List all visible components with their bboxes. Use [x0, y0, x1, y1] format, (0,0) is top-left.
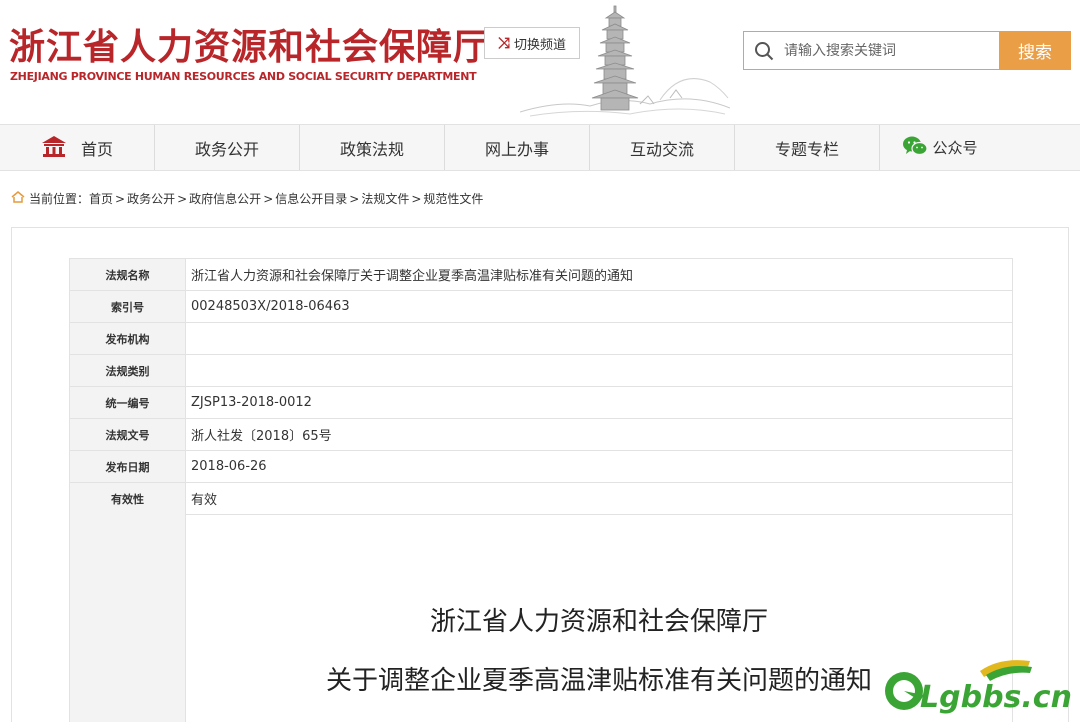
- document-title-line-1: 浙江省人力资源和社会保障厅: [429, 607, 768, 637]
- table-row: 统一编号 ZJSP13-2018-0012: [69, 386, 1013, 419]
- search-input[interactable]: [784, 42, 984, 59]
- breadcrumb-link[interactable]: 政务公开: [127, 190, 175, 207]
- info-value: 00248503X/2018-06463: [185, 290, 1013, 323]
- breadcrumb-link[interactable]: 政府信息公开: [189, 190, 261, 207]
- shuffle-icon: ⤨: [497, 34, 510, 52]
- table-row: 法规类别: [69, 354, 1013, 387]
- info-label: 发布机构: [69, 322, 186, 355]
- nav-item-policies[interactable]: 政策法规: [300, 125, 445, 170]
- info-label: 法规名称: [69, 258, 186, 291]
- watermark-logo-icon: Lgbbs.cn: [885, 660, 1072, 715]
- nav-item-interaction[interactable]: 互动交流: [590, 125, 735, 170]
- info-label: 索引号: [69, 290, 186, 323]
- search-button[interactable]: 搜索: [999, 31, 1071, 70]
- table-row: 索引号 00248503X/2018-06463: [69, 290, 1013, 323]
- nav-item-online-services[interactable]: 网上办事: [445, 125, 590, 170]
- nav-item-official-account[interactable]: 公众号: [880, 125, 1000, 170]
- pagoda-illustration-icon: [520, 5, 730, 117]
- table-row: 有效性 有效: [69, 482, 1013, 515]
- site-header: 浙江省人力资源和社会保障厅 ZHEJIANG PROVINCE HUMAN RE…: [0, 0, 1080, 124]
- breadcrumb-separator: >: [411, 191, 422, 206]
- breadcrumb-separator: >: [115, 191, 126, 206]
- content-panel: 法规名称 浙江省人力资源和社会保障厅关于调整企业夏季高温津贴标准有关问题的通知 …: [11, 227, 1069, 722]
- table-row: 法规文号 浙人社发〔2018〕65号: [69, 418, 1013, 451]
- info-value: 浙江省人力资源和社会保障厅关于调整企业夏季高温津贴标准有关问题的通知: [185, 258, 1013, 291]
- info-value: 浙人社发〔2018〕65号: [185, 418, 1013, 451]
- document-info-table: 法规名称 浙江省人力资源和社会保障厅关于调整企业夏季高温津贴标准有关问题的通知 …: [69, 258, 1013, 515]
- table-row: 发布日期 2018-06-26: [69, 450, 1013, 483]
- location-home-icon: [11, 191, 25, 206]
- nav-label: 政策法规: [339, 139, 404, 159]
- info-label: 有效性: [69, 482, 186, 515]
- info-label: 法规类别: [69, 354, 186, 387]
- search-icon: [744, 32, 784, 69]
- info-label: 法规文号: [69, 418, 186, 451]
- breadcrumb-link[interactable]: 首页: [89, 190, 113, 207]
- table-row: 发布机构: [69, 322, 1013, 355]
- search-box: [743, 31, 999, 70]
- info-value: [185, 354, 1013, 387]
- nav-item-government-affairs[interactable]: 政务公开: [155, 125, 300, 170]
- breadcrumb-separator: >: [349, 191, 360, 206]
- nav-label: 政务公开: [194, 139, 259, 159]
- main-nav: 首页 政务公开 政策法规 网上办事 互动交流 专题专栏 公众号: [0, 124, 1080, 171]
- breadcrumb-prefix: 当前位置：: [29, 192, 90, 206]
- info-value: [185, 322, 1013, 355]
- nav-home-label: 首页: [80, 139, 113, 159]
- wechat-icon: [902, 135, 929, 161]
- info-value: 2018-06-26: [185, 450, 1013, 483]
- home-icon: [41, 135, 67, 161]
- breadcrumb-link[interactable]: 信息公开目录: [275, 190, 347, 207]
- breadcrumb-separator: >: [263, 191, 274, 206]
- watermark-text: Lgbbs.cn: [920, 680, 1072, 715]
- site-title[interactable]: 浙江省人力资源和社会保障厅: [9, 18, 490, 70]
- nav-wechat-label: 公众号: [932, 139, 978, 157]
- site-subtitle: ZHEJIANG PROVINCE HUMAN RESOURCES AND SO…: [10, 70, 477, 83]
- breadcrumb-separator: >: [177, 191, 188, 206]
- info-value: ZJSP13-2018-0012: [185, 386, 1013, 419]
- nav-label: 网上办事: [484, 139, 549, 159]
- info-label: 统一编号: [69, 386, 186, 419]
- breadcrumb-link[interactable]: 法规文件: [361, 190, 409, 207]
- document-body: 浙江省人力资源和社会保障厅 关于调整企业夏季高温津贴标准有关问题的通知: [69, 513, 1013, 722]
- table-row: 法规名称 浙江省人力资源和社会保障厅关于调整企业夏季高温津贴标准有关问题的通知: [69, 258, 1013, 291]
- info-label: 发布日期: [69, 450, 186, 483]
- nav-item-home[interactable]: 首页: [0, 125, 155, 170]
- info-value: 有效: [185, 482, 1013, 515]
- body-label-column: [70, 513, 186, 722]
- nav-label: 互动交流: [629, 139, 694, 159]
- breadcrumb: 当前位置： 首页 > 政务公开 > 政府信息公开 > 信息公开目录 > 法规文件 > 规范…: [11, 190, 483, 207]
- nav-label: 专题专栏: [774, 139, 839, 159]
- nav-item-special-topics[interactable]: 专题专栏: [735, 125, 880, 170]
- breadcrumb-link[interactable]: 规范性文件: [423, 190, 483, 207]
